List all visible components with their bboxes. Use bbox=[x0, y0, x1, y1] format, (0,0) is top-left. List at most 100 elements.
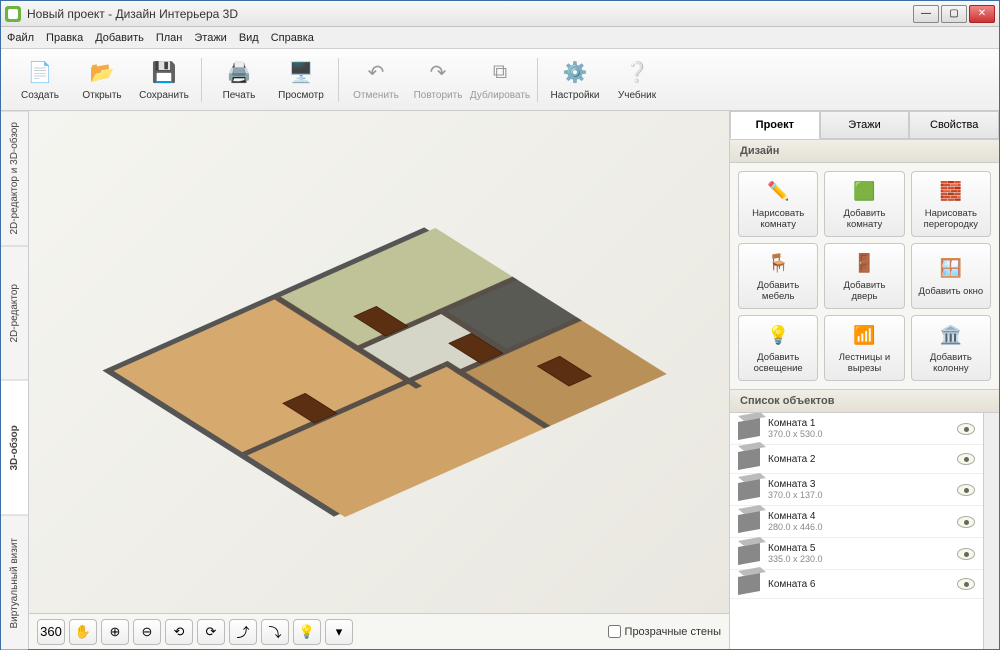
menu-add[interactable]: Добавить bbox=[95, 32, 144, 44]
objects-panel-title: Список объектов bbox=[730, 389, 999, 413]
pan-button[interactable]: ✋ bbox=[69, 619, 97, 645]
tab-floors[interactable]: Этажи bbox=[820, 111, 910, 139]
design-panel-title: Дизайн bbox=[730, 139, 999, 163]
print-icon: 🖨️ bbox=[225, 58, 253, 86]
transparent-walls-checkbox[interactable]: Прозрачные стены bbox=[608, 625, 721, 638]
draw-room-button[interactable]: ✏️Нарисовать комнату bbox=[738, 171, 818, 237]
transparent-walls-input[interactable] bbox=[608, 625, 621, 638]
tab-project[interactable]: Проект bbox=[730, 111, 820, 139]
menu-plan[interactable]: План bbox=[156, 32, 183, 44]
duplicate-button[interactable]: ⧉ Дублировать bbox=[469, 52, 531, 108]
room-icon bbox=[738, 511, 760, 533]
add-window-button[interactable]: 🪟Добавить окно bbox=[911, 243, 991, 309]
close-button[interactable]: ✕ bbox=[969, 5, 995, 23]
save-button[interactable]: 💾 Сохранить bbox=[133, 52, 195, 108]
object-scrollbar[interactable] bbox=[983, 413, 999, 649]
object-name: Комната 6 bbox=[768, 579, 949, 590]
viewport-3d[interactable] bbox=[29, 111, 729, 613]
side-panel: Проект Этажи Свойства Дизайн ✏️Нарисоват… bbox=[729, 111, 999, 649]
list-item[interactable]: Комната 4280.0 x 446.0 bbox=[730, 506, 983, 538]
visibility-toggle-icon[interactable] bbox=[957, 484, 975, 496]
vertical-tabs: 2D-редактор и 3D-обзор 2D-редактор 3D-об… bbox=[1, 111, 29, 649]
object-list[interactable]: Комната 1370.0 x 530.0 Комната 2 Комната 3… bbox=[730, 413, 983, 649]
save-icon: 💾 bbox=[150, 58, 178, 86]
column-icon: 🏛️ bbox=[938, 322, 964, 348]
lighting-button[interactable]: 💡 bbox=[293, 619, 321, 645]
separator bbox=[537, 58, 538, 102]
chair-icon: 🪑 bbox=[765, 250, 791, 276]
door-icon: 🚪 bbox=[851, 250, 877, 276]
create-button[interactable]: 📄 Создать bbox=[9, 52, 71, 108]
separator bbox=[201, 58, 202, 102]
app-icon bbox=[5, 6, 21, 22]
vtab-2d[interactable]: 2D-редактор bbox=[1, 246, 28, 381]
room-icon bbox=[738, 418, 760, 440]
menubar: Файл Правка Добавить План Этажи Вид Спра… bbox=[1, 27, 999, 49]
visibility-toggle-icon[interactable] bbox=[957, 578, 975, 590]
app-window: Новый проект - Дизайн Интерьера 3D — ▢ ✕… bbox=[0, 0, 1000, 650]
tilt-down-button[interactable]: ⤵ bbox=[261, 619, 289, 645]
object-size: 370.0 x 530.0 bbox=[768, 429, 949, 439]
rotate-360-button[interactable]: 360 bbox=[37, 619, 65, 645]
visibility-toggle-icon[interactable] bbox=[957, 453, 975, 465]
object-name: Комната 2 bbox=[768, 454, 949, 465]
vtab-3d[interactable]: 3D-обзор bbox=[1, 380, 28, 515]
undo-icon: ↶ bbox=[362, 58, 390, 86]
menu-help[interactable]: Справка bbox=[271, 32, 314, 44]
room-icon bbox=[738, 448, 760, 470]
menu-edit[interactable]: Правка bbox=[46, 32, 83, 44]
object-size: 335.0 x 230.0 bbox=[768, 554, 949, 564]
minimize-button[interactable]: — bbox=[913, 5, 939, 23]
settings-button[interactable]: ⚙️ Настройки bbox=[544, 52, 606, 108]
stairs-button[interactable]: 📶Лестницы и вырезы bbox=[824, 315, 904, 381]
add-lighting-button[interactable]: 💡Добавить освещение bbox=[738, 315, 818, 381]
objects-wrap: Комната 1370.0 x 530.0 Комната 2 Комната 3… bbox=[730, 413, 999, 649]
vtab-2d-3d[interactable]: 2D-редактор и 3D-обзор bbox=[1, 111, 28, 246]
draw-partition-button[interactable]: 🧱Нарисовать перегородку bbox=[911, 171, 991, 237]
zoom-out-button[interactable]: ⊖ bbox=[133, 619, 161, 645]
monitor-icon: 🖥️ bbox=[287, 58, 315, 86]
visibility-toggle-icon[interactable] bbox=[957, 423, 975, 435]
undo-button[interactable]: ↶ Отменить bbox=[345, 52, 407, 108]
tutorial-button[interactable]: ❔ Учебник bbox=[606, 52, 668, 108]
rotate-left-button[interactable]: ⟲ bbox=[165, 619, 193, 645]
tilt-up-button[interactable]: ⤴ bbox=[229, 619, 257, 645]
visibility-toggle-icon[interactable] bbox=[957, 548, 975, 560]
maximize-button[interactable]: ▢ bbox=[941, 5, 967, 23]
room-icon bbox=[738, 543, 760, 565]
menu-view[interactable]: Вид bbox=[239, 32, 259, 44]
object-size: 370.0 x 137.0 bbox=[768, 490, 949, 500]
side-tabs: Проект Этажи Свойства bbox=[730, 111, 999, 139]
add-room-button[interactable]: 🟩Добавить комнату bbox=[824, 171, 904, 237]
window-icon: 🪟 bbox=[938, 256, 964, 282]
add-door-button[interactable]: 🚪Добавить дверь bbox=[824, 243, 904, 309]
add-furniture-button[interactable]: 🪑Добавить мебель bbox=[738, 243, 818, 309]
folder-open-icon: 📂 bbox=[88, 58, 116, 86]
list-item[interactable]: Комната 3370.0 x 137.0 bbox=[730, 474, 983, 506]
tab-properties[interactable]: Свойства bbox=[909, 111, 999, 139]
floor-plan-3d bbox=[102, 227, 655, 516]
window-title: Новый проект - Дизайн Интерьера 3D bbox=[27, 7, 913, 21]
design-grid: ✏️Нарисовать комнату 🟩Добавить комнату 🧱… bbox=[730, 163, 999, 389]
zoom-in-button[interactable]: ⊕ bbox=[101, 619, 129, 645]
list-item[interactable]: Комната 6 bbox=[730, 570, 983, 599]
menu-file[interactable]: Файл bbox=[7, 32, 34, 44]
add-column-button[interactable]: 🏛️Добавить колонну bbox=[911, 315, 991, 381]
list-item[interactable]: Комната 2 bbox=[730, 445, 983, 474]
object-size: 280.0 x 446.0 bbox=[768, 522, 949, 532]
list-item[interactable]: Комната 5335.0 x 230.0 bbox=[730, 538, 983, 570]
vtab-virtual[interactable]: Виртуальный визит bbox=[1, 515, 28, 650]
new-file-icon: 📄 bbox=[26, 58, 54, 86]
rotate-right-button[interactable]: ⟳ bbox=[197, 619, 225, 645]
menu-floors[interactable]: Этажи bbox=[194, 32, 226, 44]
separator bbox=[338, 58, 339, 102]
print-button[interactable]: 🖨️ Печать bbox=[208, 52, 270, 108]
view-options-button[interactable]: ▾ bbox=[325, 619, 353, 645]
list-item[interactable]: Комната 1370.0 x 530.0 bbox=[730, 413, 983, 445]
redo-button[interactable]: ↷ Повторить bbox=[407, 52, 469, 108]
visibility-toggle-icon[interactable] bbox=[957, 516, 975, 528]
room-icon bbox=[738, 573, 760, 595]
object-name: Комната 4 bbox=[768, 511, 949, 522]
preview-button[interactable]: 🖥️ Просмотр bbox=[270, 52, 332, 108]
open-button[interactable]: 📂 Открыть bbox=[71, 52, 133, 108]
